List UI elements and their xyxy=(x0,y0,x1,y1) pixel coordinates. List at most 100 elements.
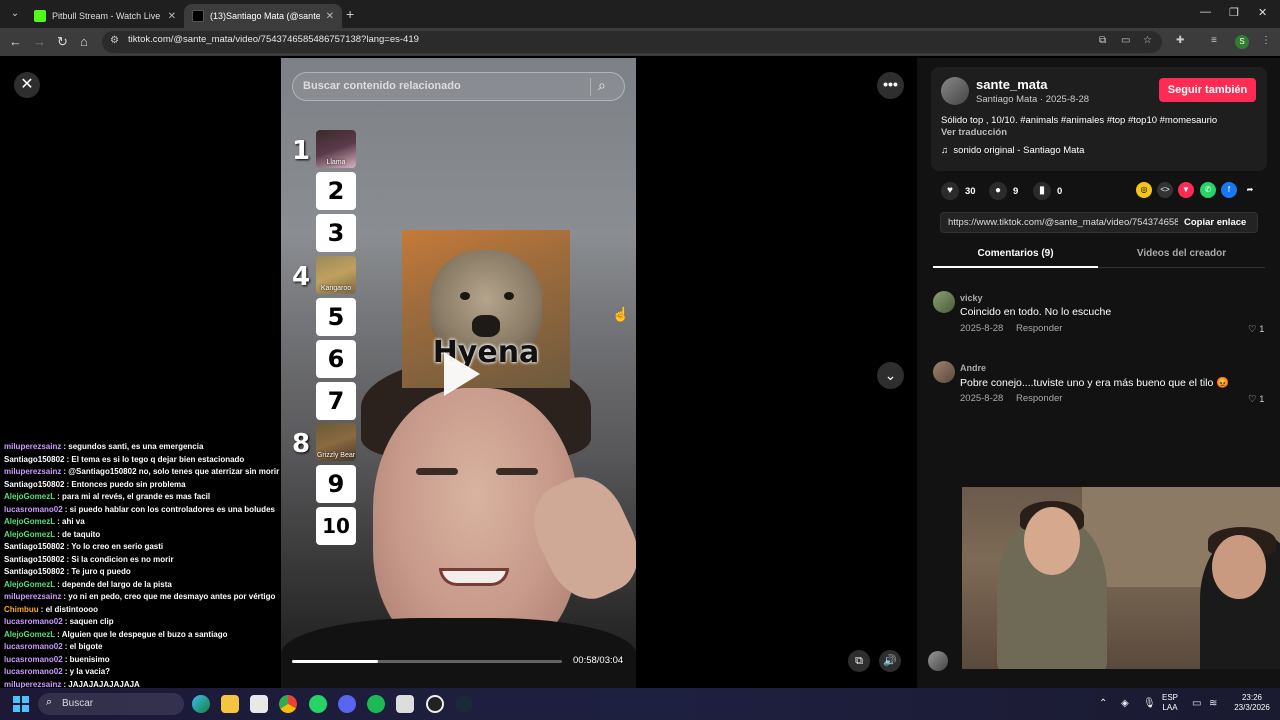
repost-icon[interactable]: ◎ xyxy=(1136,182,1152,198)
comment-like[interactable]: ♡ 1 xyxy=(1248,394,1264,405)
comment-like[interactable]: ♡ 1 xyxy=(1248,324,1264,335)
reply-button[interactable]: Responder xyxy=(1016,323,1062,334)
game-app-icon[interactable] xyxy=(396,695,414,713)
cast-icon[interactable]: ▭ xyxy=(1121,35,1130,46)
tab-creator-videos[interactable]: Videos del creador xyxy=(1099,248,1264,259)
volume-icon[interactable]: 🔊 xyxy=(879,650,901,672)
see-translation-link[interactable]: Ver traducción xyxy=(941,127,1007,138)
discord-icon[interactable] xyxy=(338,695,356,713)
chat-username[interactable]: AlejoGomezL xyxy=(4,630,55,639)
next-video-chevron-down-icon[interactable]: ⌄ xyxy=(877,362,904,389)
tab-comments[interactable]: Comentarios (9) xyxy=(933,248,1098,259)
file-explorer-icon[interactable] xyxy=(221,695,239,713)
home-icon[interactable]: ⌂ xyxy=(80,34,88,49)
close-window-icon[interactable]: ✕ xyxy=(1258,6,1267,19)
like-button[interactable]: ♥ 30 xyxy=(941,182,976,200)
related-search-input[interactable]: Buscar contenido relacionado ⌕ xyxy=(292,72,625,101)
chrome-icon[interactable] xyxy=(279,695,297,713)
chat-username[interactable]: lucasromano02 xyxy=(4,642,63,651)
minimize-icon[interactable]: — xyxy=(1200,6,1211,18)
chat-username[interactable]: AlejoGomezL xyxy=(4,517,55,526)
floating-player-icon[interactable]: ⧉ xyxy=(848,650,870,672)
clock[interactable]: 23:26 23/3/2026 xyxy=(1230,693,1274,713)
copy-link-button[interactable]: Copiar enlace xyxy=(1184,217,1246,228)
tab-list-icon[interactable]: ⌄ xyxy=(6,5,24,23)
menu-kebab-icon[interactable]: ⋮ xyxy=(1261,35,1271,46)
profile-avatar[interactable]: S xyxy=(1235,35,1249,49)
chat-username[interactable]: Santiago150802 xyxy=(4,567,64,576)
webcam-overlay xyxy=(962,487,1280,669)
tab-tiktok[interactable]: (13)Santiago Mata (@sante_mata) ✕ xyxy=(184,4,342,28)
close-icon[interactable]: ✕ xyxy=(14,72,40,98)
translate-icon[interactable]: ⧉ xyxy=(1099,35,1106,46)
whatsapp-icon[interactable] xyxy=(309,695,327,713)
chat-username[interactable]: lucasromano02 xyxy=(4,617,63,626)
tray-mic-icon[interactable]: 🎙 xyxy=(1143,698,1156,709)
back-icon[interactable]: ← xyxy=(9,34,22,49)
chat-username[interactable]: AlejoGomezL xyxy=(4,580,55,589)
windows-start-icon[interactable] xyxy=(13,696,29,712)
send-icon[interactable]: ▼ xyxy=(1178,182,1194,198)
chat-username[interactable]: Santiago150802 xyxy=(4,542,64,551)
reading-list-icon[interactable]: ≡ xyxy=(1211,35,1217,46)
close-tab-icon[interactable]: ✕ xyxy=(168,11,176,22)
follow-button[interactable]: Seguir también xyxy=(1159,78,1256,102)
whatsapp-icon[interactable]: ✆ xyxy=(1200,182,1216,198)
tray-network-icon[interactable]: ◈ xyxy=(1121,698,1129,709)
spotify-icon[interactable] xyxy=(367,695,385,713)
comment-author[interactable]: vicky xyxy=(960,293,983,303)
play-icon[interactable] xyxy=(444,352,480,396)
url-text[interactable]: tiktok.com/@sante_mata/video/75437465854… xyxy=(128,34,419,45)
close-tab-icon[interactable]: ✕ xyxy=(326,11,334,22)
reply-button[interactable]: Responder xyxy=(1016,393,1062,404)
store-icon[interactable] xyxy=(250,695,268,713)
extensions-icon[interactable]: ✚ xyxy=(1176,35,1184,46)
tray-wifi-icon[interactable]: ≋ xyxy=(1209,698,1217,709)
author-avatar[interactable] xyxy=(941,77,969,105)
new-tab-icon[interactable]: + xyxy=(346,6,354,22)
embed-icon[interactable]: <> xyxy=(1157,182,1173,198)
search-icon[interactable]: ⌕ xyxy=(598,77,606,94)
tab-title: (13)Santiago Mata (@sante_mata) xyxy=(210,11,320,21)
tab-pitbull-stream[interactable]: Pitbull Stream - Watch Live ✕ xyxy=(26,4,184,28)
video-progress-bar[interactable] xyxy=(292,660,562,663)
taskbar-search[interactable]: ⌕ Buscar xyxy=(38,693,184,715)
share-arrow-icon[interactable]: ➦ xyxy=(1242,182,1258,198)
current-user-avatar[interactable] xyxy=(928,651,948,671)
more-options-icon[interactable]: ••• xyxy=(877,72,904,99)
share-link-url[interactable]: https://www.tiktok.com/@sante_mata/video… xyxy=(948,217,1178,228)
obs-icon[interactable] xyxy=(426,695,444,713)
tray-chevron-up-icon[interactable]: ⌃ xyxy=(1099,698,1107,709)
facebook-icon[interactable]: f xyxy=(1221,182,1237,198)
chat-username[interactable]: miluperezsainz xyxy=(4,592,61,601)
chat-username[interactable]: lucasromano02 xyxy=(4,655,63,664)
chat-username[interactable]: Santiago150802 xyxy=(4,555,64,564)
chat-username[interactable]: miluperezsainz xyxy=(4,442,61,451)
comment-button[interactable]: ● 9 xyxy=(989,182,1018,200)
video-person-brow xyxy=(416,468,458,475)
chat-username[interactable]: Santiago150802 xyxy=(4,455,64,464)
chat-username[interactable]: AlejoGomezL xyxy=(4,492,55,501)
forward-icon[interactable]: → xyxy=(33,34,46,49)
bookmark-star-icon[interactable]: ☆ xyxy=(1143,35,1152,46)
steam-icon[interactable] xyxy=(455,695,473,713)
save-button[interactable]: ▮ 0 xyxy=(1033,182,1062,200)
chat-username[interactable]: miluperezsainz xyxy=(4,467,61,476)
chat-username[interactable]: lucasromano02 xyxy=(4,505,63,514)
chat-message: AlejoGomezL: para mi al revés, el grande… xyxy=(4,492,211,501)
comment-avatar[interactable] xyxy=(933,291,955,313)
chat-username[interactable]: AlejoGomezL xyxy=(4,530,55,539)
chat-username[interactable]: lucasromano02 xyxy=(4,667,63,676)
sound-link[interactable]: ♫ sonido original - Santiago Mata xyxy=(941,145,1084,156)
comment-author[interactable]: Andre xyxy=(960,363,986,373)
maximize-icon[interactable]: ❐ xyxy=(1229,6,1239,19)
author-username[interactable]: sante_mata xyxy=(976,77,1048,92)
chat-username[interactable]: Chimbuu xyxy=(4,605,39,614)
tray-display-icon[interactable]: ▭ xyxy=(1192,698,1201,709)
comment-avatar[interactable] xyxy=(933,361,955,383)
language-indicator[interactable]: ESP LAA xyxy=(1162,693,1178,713)
chat-username[interactable]: Santiago150802 xyxy=(4,480,64,489)
edge-icon[interactable] xyxy=(192,695,210,713)
reload-icon[interactable]: ↻ xyxy=(57,34,68,50)
site-info-icon[interactable]: ⚙ xyxy=(110,35,119,46)
